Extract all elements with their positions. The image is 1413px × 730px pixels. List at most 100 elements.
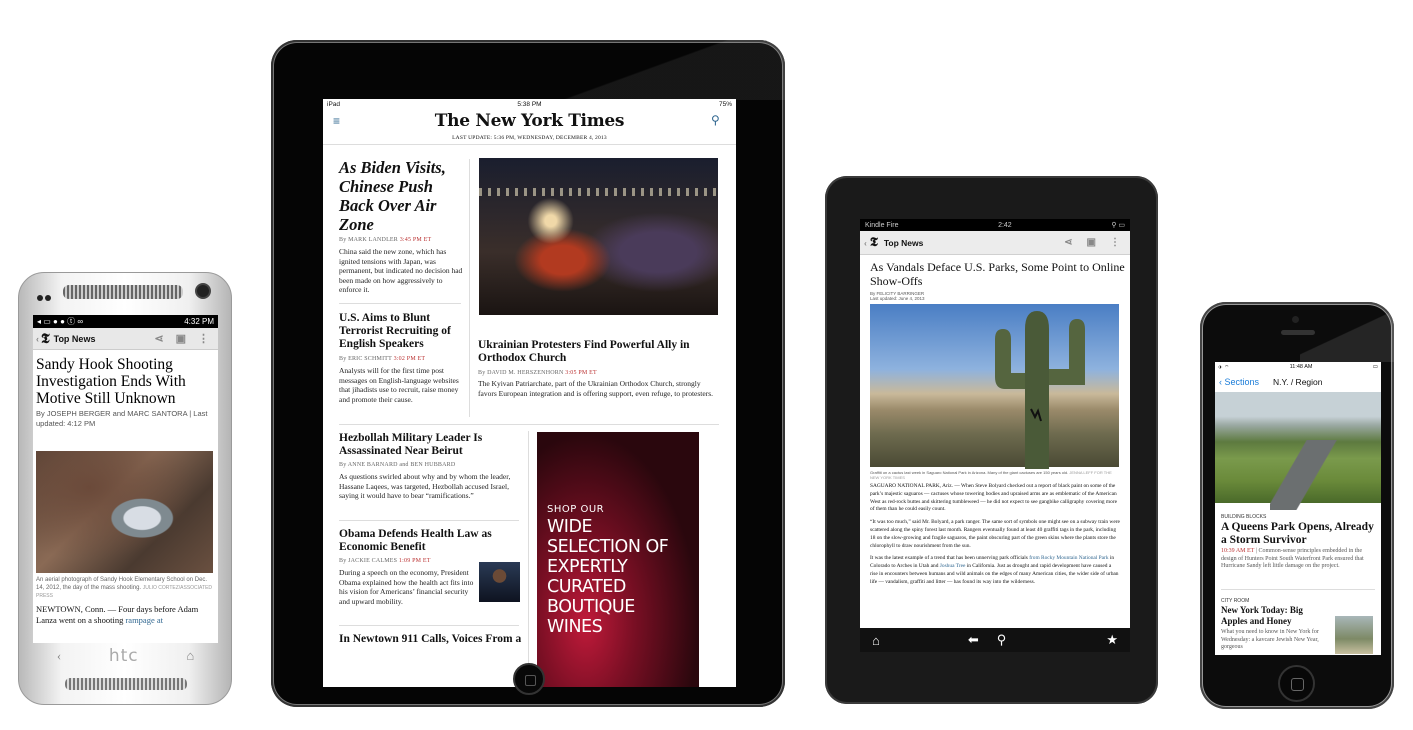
share-icon[interactable]: ⋖: [154, 332, 163, 345]
row-divider: [1221, 589, 1375, 590]
byline-updated: Last updated: June 4, 2013: [870, 296, 925, 301]
save-icon[interactable]: ▣: [176, 332, 186, 345]
article-headline: Sandy Hook Shooting Investigation Ends W…: [36, 356, 186, 407]
park-photo[interactable]: [1215, 392, 1381, 510]
home-icon[interactable]: ⌂: [186, 648, 194, 664]
htc-sensors: [37, 288, 53, 301]
park-path-graphic: [1270, 440, 1350, 510]
back-icon[interactable]: ‹: [57, 648, 61, 664]
htc-app-bar: ‹ 𝕿 Top News ⋖ ▣ ⋮: [33, 328, 218, 350]
ipad-status-time: 5:38 PM: [517, 101, 542, 108]
ipad-home-button[interactable]: [513, 663, 545, 695]
story2-summary: What you need to know in New York for We…: [1221, 629, 1319, 650]
ukraine-protest-photo[interactable]: [479, 158, 718, 315]
lead-headline[interactable]: As Biden Visits, Chinese Push Back Over …: [339, 158, 464, 234]
row-divider: [339, 424, 719, 425]
ad-line1: SHOP OUR: [547, 504, 605, 515]
story3-headline[interactable]: Ukrainian Protesters Find Powerful Ally …: [478, 339, 718, 365]
story5-headline[interactable]: Obama Defends Health Law as Economic Ben…: [339, 528, 521, 554]
nyt-logo-icon: 𝕿: [41, 330, 50, 347]
favorites-star-icon[interactable]: ★: [1106, 632, 1118, 648]
story2-thumbnail[interactable]: [1335, 616, 1373, 654]
iphone-status-time: 11:48 AM: [1289, 364, 1313, 370]
story5-summary: During a speech on the economy, Presiden…: [339, 568, 474, 606]
photo-caption: Graffiti on a cactus last week in Saguar…: [870, 470, 1120, 480]
section-title[interactable]: Top News: [884, 238, 924, 248]
search-icon[interactable]: ⚲: [711, 113, 720, 127]
back-arrow-icon[interactable]: ⬅: [968, 632, 979, 648]
iphone-status-bar: ✈ ⌔ 11:48 AM ▭: [1215, 362, 1381, 372]
battery-icon: ▭: [1372, 364, 1378, 370]
story3-author: By DAVID M. HERSZENHORN: [478, 370, 564, 376]
story4-headline[interactable]: Hezbollah Military Leader Is Assassinate…: [339, 432, 521, 458]
ipad-tablet: iPad 5:38 PM 75% ≡ The New York Times ⚲ …: [271, 40, 785, 707]
paragraph-3-text: It was the latest example of a trend tha…: [870, 555, 1028, 562]
sections-back-label: Sections: [1224, 377, 1260, 387]
overflow-menu-icon[interactable]: ⋮: [1110, 237, 1120, 248]
htc-status-bar: ◂ ▭ ● ● ⓣ ∞ 4:32 PM: [33, 315, 218, 328]
htc-status-time: 4:32 PM: [184, 317, 214, 326]
masthead[interactable]: The New York Times: [435, 111, 625, 131]
column-divider: [528, 431, 529, 687]
kindle-fire-tablet: Kindle Fire 2:42 ⚲ ▭ ‹ 𝕿 Top News ⋖ ▣ ⋮ …: [825, 176, 1158, 704]
share-icon[interactable]: ⋖: [1064, 237, 1072, 248]
home-icon[interactable]: ⌂: [872, 633, 880, 648]
back-chevron-icon[interactable]: ‹: [36, 334, 39, 344]
story3-summary: The Kyivan Patriarchate, part of the Ukr…: [478, 379, 713, 398]
story1-headline[interactable]: A Queens Park Opens, Already a Storm Sur…: [1221, 521, 1379, 546]
iphone-home-button[interactable]: [1278, 665, 1315, 702]
back-chevron-icon[interactable]: ‹: [864, 238, 867, 248]
wine-advertisement[interactable]: SHOP OUR WIDE SELECTION OF EXPERTLY CURA…: [537, 432, 699, 687]
htc-brand: htc: [108, 646, 139, 666]
lead-time: 3:45 PM ET: [399, 237, 432, 243]
joshua-tree-link[interactable]: Joshua Tree: [940, 563, 966, 569]
htc-phone: ◂ ▭ ● ● ⓣ ∞ 4:32 PM ‹ 𝕿 Top News ⋖ ▣ ⋮ S…: [18, 272, 232, 705]
ipad-status-device: iPad: [327, 101, 341, 108]
notification-icons: ◂ ▭ ● ● ⓣ ∞: [37, 317, 84, 326]
search-icon[interactable]: ⚲: [997, 632, 1007, 648]
rocky-mountain-link[interactable]: from Rocky Mountain National Park: [1029, 555, 1108, 561]
story3-byline: By DAVID M. HERSZENHORN 3:05 PM ET: [478, 370, 597, 376]
story5-byline: By JACKIE CALMES 1:09 PM ET: [339, 558, 431, 564]
story4-author: By ANNE BARNARD and BEN HUBBARD: [339, 462, 456, 468]
saguaro-photo: [870, 304, 1119, 469]
obama-thumbnail[interactable]: [479, 562, 520, 602]
htc-top-speaker: [63, 285, 183, 299]
story2-headline[interactable]: New York Today: Big Apples and Honey: [1221, 605, 1331, 627]
save-icon[interactable]: ▣: [1087, 237, 1096, 248]
story2-time: 3:02 PM ET: [393, 356, 426, 362]
kindle-status-bar: Kindle Fire 2:42 ⚲ ▭: [860, 219, 1130, 231]
body-link[interactable]: rampage at: [125, 615, 163, 625]
paragraph-1: SAGUARO NATIONAL PARK, Ariz. — When Stev…: [870, 483, 1118, 513]
article-body: NEWTOWN, Conn. — Four days before Adam L…: [36, 604, 218, 626]
article-headline: As Vandals Deface U.S. Parks, Some Point…: [870, 260, 1125, 288]
column-divider: [469, 159, 470, 417]
section-title[interactable]: Top News: [54, 334, 96, 344]
ipad-glare: [501, 40, 785, 100]
story6-headline[interactable]: In Newtown 911 Calls, Voices From a: [339, 633, 529, 646]
nyt-logo-icon: 𝕿: [869, 235, 878, 250]
iphone: ✈ ⌔ 11:48 AM ▭ ‹ Sections N.Y. / Region …: [1200, 302, 1394, 709]
kicker-city-room: CITY ROOM: [1221, 598, 1250, 604]
sections-back-button[interactable]: ‹ Sections: [1219, 377, 1259, 387]
paragraph-3: It was the latest example of a trend tha…: [870, 555, 1120, 586]
kindle-app-bar: ‹ 𝕿 Top News ⋖ ▣ ⋮: [860, 231, 1130, 255]
story4-byline: By ANNE BARNARD and BEN HUBBARD: [339, 462, 455, 468]
article-photo: [36, 451, 213, 573]
article-byline: By JOSEPH BERGER and MARC SANTORA | Last…: [36, 409, 208, 428]
overflow-menu-icon[interactable]: ⋮: [198, 332, 209, 345]
row-divider: [339, 520, 519, 521]
story2-headline[interactable]: U.S. Aims to Blunt Terrorist Recruiting …: [339, 312, 464, 351]
ad-line2: WIDE SELECTION OF EXPERTLY CURATED BOUTI…: [547, 517, 669, 637]
airplane-wifi-icons: ✈ ⌔: [1218, 364, 1230, 371]
cactus-graphic: [995, 311, 1085, 469]
story2-summary: Analysts will for the first time post me…: [339, 366, 459, 404]
lead-summary: China said the new zone, which has ignit…: [339, 247, 463, 294]
story5-author: By JACKIE CALMES: [339, 558, 398, 564]
htc-bottom-speaker: [65, 678, 187, 690]
story5-time: 1:09 PM ET: [398, 558, 431, 564]
story3-time: 3:05 PM ET: [565, 370, 597, 376]
nav-title: N.Y. / Region: [1273, 377, 1323, 387]
kindle-status-time: 2:42: [998, 221, 1012, 229]
row-divider: [339, 625, 519, 626]
